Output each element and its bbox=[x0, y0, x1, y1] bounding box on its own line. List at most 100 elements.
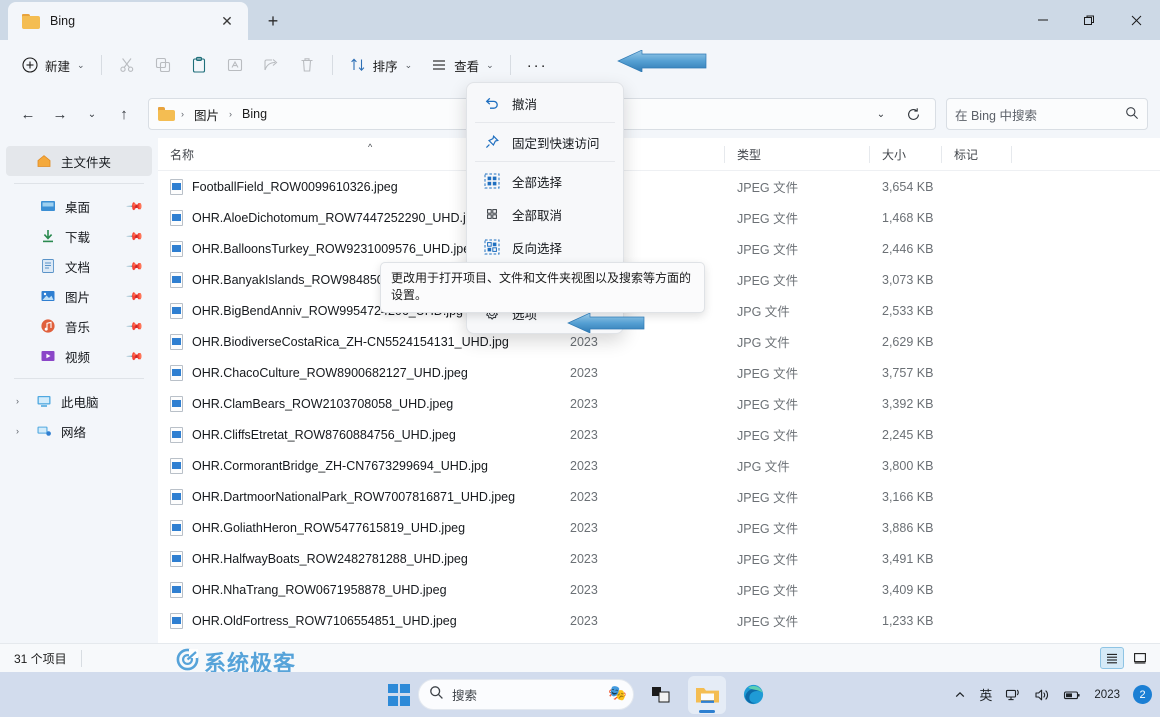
back-button[interactable]: ← bbox=[12, 98, 44, 130]
sidebar-item-pictures[interactable]: 图片 📌 bbox=[6, 281, 152, 311]
file-name-cell[interactable]: OHR.BiodiverseCostaRica_ZH-CN5524154131_… bbox=[158, 333, 558, 350]
image-file-icon bbox=[170, 581, 183, 598]
pin-icon[interactable]: 📌 bbox=[126, 287, 145, 305]
tray-clock[interactable]: 2023 bbox=[1094, 689, 1120, 701]
close-button[interactable] bbox=[1112, 0, 1160, 40]
maximize-button[interactable] bbox=[1066, 0, 1112, 40]
sidebar-item-home[interactable]: 主文件夹 bbox=[6, 146, 152, 176]
taskbar-widgets-button[interactable] bbox=[642, 676, 680, 714]
windows-start-icon[interactable] bbox=[388, 683, 410, 706]
large-icons-view-button[interactable] bbox=[1128, 647, 1152, 669]
file-name-cell[interactable]: OHR.ClamBears_ROW2103708058_UHD.jpeg bbox=[158, 395, 558, 412]
file-name-cell[interactable]: OHR.DartmoorNationalPark_ROW7007816871_U… bbox=[158, 488, 558, 505]
address-dropdown-button[interactable]: ⌄ bbox=[865, 98, 897, 130]
column-header-tags[interactable]: 标记 bbox=[942, 138, 1012, 171]
window-controls bbox=[1020, 0, 1160, 40]
file-name-cell[interactable]: OHR.CormorantBridge_ZH-CN7673299694_UHD.… bbox=[158, 457, 558, 474]
column-headers: 名称 ^ 类型 大小 标记 bbox=[158, 138, 1160, 171]
tray-battery-button[interactable] bbox=[1063, 687, 1081, 703]
chevron-right-icon[interactable]: › bbox=[16, 396, 19, 406]
table-row[interactable]: OHR.BiodiverseCostaRica_ZH-CN5524154131_… bbox=[158, 326, 1160, 357]
table-row[interactable]: OHR.ChacoCulture_ROW8900682127_UHD.jpeg 2… bbox=[158, 357, 1160, 388]
rename-button[interactable] bbox=[217, 48, 253, 82]
menu-item-select-none[interactable]: 全部取消 bbox=[471, 198, 619, 230]
column-header-size[interactable]: 大小 bbox=[870, 138, 942, 171]
menu-item-pin-to-quick-access[interactable]: 固定到快速访问 bbox=[471, 126, 619, 158]
sidebar-item-this-pc[interactable]: › 此电脑 bbox=[6, 386, 152, 416]
menu-item-select-all[interactable]: 全部选择 bbox=[471, 165, 619, 197]
recent-locations-button[interactable]: ⌄ bbox=[76, 98, 108, 130]
cut-button[interactable] bbox=[109, 48, 145, 82]
table-row[interactable]: OHR.CormorantBridge_ZH-CN7673299694_UHD.… bbox=[158, 450, 1160, 481]
tray-ime-indicator[interactable]: 英 bbox=[979, 685, 992, 704]
taskbar-file-explorer-button[interactable] bbox=[688, 675, 726, 714]
file-name-cell[interactable]: OHR.ChacoCulture_ROW8900682127_UHD.jpeg bbox=[158, 364, 558, 381]
search-box[interactable]: 在 Bing 中搜索 bbox=[946, 98, 1148, 130]
tray-network-button[interactable] bbox=[1005, 687, 1021, 703]
table-row[interactable]: OHR.ClamBears_ROW2103708058_UHD.jpeg 2023… bbox=[158, 388, 1160, 419]
sidebar-item-music[interactable]: 音乐 📌 bbox=[6, 311, 152, 341]
new-button[interactable]: 新建 ⌄ bbox=[12, 48, 94, 82]
chevron-right-icon[interactable]: › bbox=[16, 426, 19, 436]
taskbar-search-input[interactable]: 搜索 bbox=[452, 685, 477, 704]
pin-icon[interactable]: 📌 bbox=[126, 347, 145, 365]
table-row[interactable]: OHR.CliffsEtretat_ROW8760884756_UHD.jpeg… bbox=[158, 419, 1160, 450]
up-button[interactable]: ↑ bbox=[108, 98, 140, 130]
file-name-label: OHR.ClamBears_ROW2103708058_UHD.jpeg bbox=[192, 396, 454, 411]
file-name-cell[interactable]: OHR.HalfwayBoats_ROW2482781288_UHD.jpeg bbox=[158, 550, 558, 567]
sidebar-item-desktop[interactable]: 桌面 📌 bbox=[6, 191, 152, 221]
file-name-cell[interactable]: OHR.OldFortress_ROW7106554851_UHD.jpeg bbox=[158, 612, 558, 629]
tray-volume-button[interactable] bbox=[1034, 687, 1050, 703]
paste-button[interactable] bbox=[181, 48, 217, 82]
table-row[interactable]: OHR.DartmoorNationalPark_ROW7007816871_U… bbox=[158, 481, 1160, 512]
table-row[interactable]: FootballField_ROW0099610326.jpeg JPEG 文件 3… bbox=[158, 171, 1160, 202]
column-header-type[interactable]: 类型 bbox=[725, 138, 870, 171]
pin-icon[interactable]: 📌 bbox=[126, 257, 145, 275]
breadcrumb-bing[interactable]: Bing bbox=[238, 104, 271, 124]
notification-badge[interactable]: 2 bbox=[1133, 685, 1152, 704]
pin-icon[interactable]: 📌 bbox=[126, 227, 145, 245]
sidebar-item-documents[interactable]: 文档 📌 bbox=[6, 251, 152, 281]
delete-button[interactable] bbox=[289, 48, 325, 82]
sidebar-item-downloads[interactable]: 下载 📌 bbox=[6, 221, 152, 251]
menu-item-invert-selection[interactable]: 反向选择 bbox=[471, 231, 619, 263]
file-name-cell[interactable]: OHR.CliffsEtretat_ROW8760884756_UHD.jpeg bbox=[158, 426, 558, 443]
taskbar-search-box[interactable]: 搜索 🎭 bbox=[418, 679, 634, 710]
share-button[interactable] bbox=[253, 48, 289, 82]
forward-button[interactable]: → bbox=[44, 98, 76, 130]
file-name-cell[interactable]: OHR.NhaTrang_ROW0671958878_UHD.jpeg bbox=[158, 581, 558, 598]
sidebar-item-network[interactable]: › 网络 bbox=[6, 416, 152, 446]
table-row[interactable]: OHR.HalfwayBoats_ROW2482781288_UHD.jpeg 2… bbox=[158, 543, 1160, 574]
refresh-button[interactable] bbox=[897, 98, 929, 130]
file-name-cell[interactable]: OHR.GoliathHeron_ROW5477615819_UHD.jpeg bbox=[158, 519, 558, 536]
table-row[interactable]: OHR.BalloonsTurkey_ROW9231009576_UHD.jpe… bbox=[158, 233, 1160, 264]
close-icon[interactable]: ✕ bbox=[214, 8, 240, 34]
sidebar-item-label: 下载 bbox=[65, 230, 91, 245]
details-view-button[interactable] bbox=[1100, 647, 1124, 669]
table-row[interactable]: OHR.NhaTrang_ROW0671958878_UHD.jpeg 2023 J… bbox=[158, 574, 1160, 605]
minimize-button[interactable] bbox=[1020, 0, 1066, 40]
new-tab-button[interactable]: + bbox=[258, 6, 288, 36]
tab-bing[interactable]: Bing ✕ bbox=[8, 2, 248, 40]
table-row[interactable]: OHR.AloeDichotomum_ROW7447252290_UHD.jpe… bbox=[158, 202, 1160, 233]
see-more-button[interactable]: ··· bbox=[518, 48, 557, 82]
breadcrumb-pictures[interactable]: 图片 bbox=[190, 102, 223, 127]
file-type-cell: JPEG 文件 bbox=[737, 367, 799, 381]
file-type-cell: JPEG 文件 bbox=[737, 491, 799, 505]
view-button[interactable]: 查看 ⌄ bbox=[421, 48, 503, 82]
chevron-down-icon: ⌄ bbox=[404, 59, 413, 70]
divider bbox=[475, 122, 615, 123]
pin-icon[interactable]: 📌 bbox=[126, 197, 145, 215]
sort-button[interactable]: 排序 ⌄ bbox=[340, 48, 422, 82]
search-input[interactable]: 在 Bing 中搜索 bbox=[955, 105, 1125, 124]
file-explorer-window: Bing ✕ + 新建 ⌄ 排序 ⌄ 查看 ⌄ ··· ← → ⌄ ↑ › 图片… bbox=[0, 0, 1160, 717]
file-name-label: FootballField_ROW0099610326.jpeg bbox=[192, 179, 398, 194]
sidebar-item-videos[interactable]: 视频 📌 bbox=[6, 341, 152, 371]
pin-icon[interactable]: 📌 bbox=[126, 317, 145, 335]
table-row[interactable]: OHR.OldFortress_ROW7106554851_UHD.jpeg 20… bbox=[158, 605, 1160, 636]
tray-overflow-button[interactable] bbox=[954, 689, 966, 701]
copy-button[interactable] bbox=[145, 48, 181, 82]
taskbar-edge-button[interactable] bbox=[734, 676, 772, 714]
table-row[interactable]: OHR.GoliathHeron_ROW5477615819_UHD.jpeg 2… bbox=[158, 512, 1160, 543]
menu-item-undo[interactable]: 撤消 bbox=[471, 87, 619, 119]
